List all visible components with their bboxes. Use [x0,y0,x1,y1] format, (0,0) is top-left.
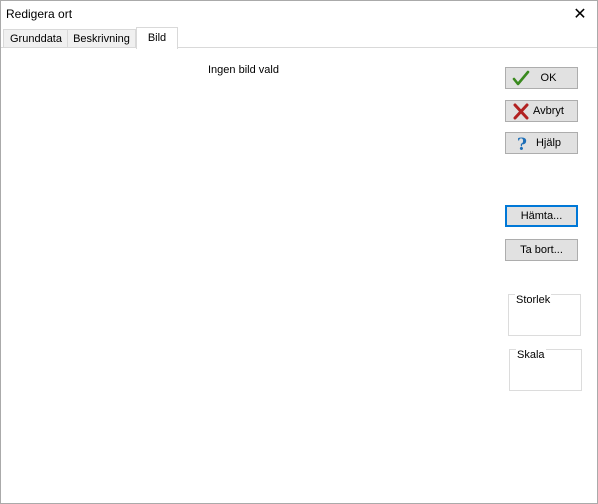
checkmark-icon [512,70,530,86]
cancel-button[interactable]: Avbryt [505,100,578,122]
tab-beskrivning[interactable]: Beskrivning [67,29,136,48]
remove-image-button-label: Ta bort... [520,244,563,256]
ok-button-label: OK [540,72,557,84]
scale-group-label: Skala [516,349,546,361]
scale-group: Skala [509,349,582,391]
tab-grunddata[interactable]: Grunddata [3,29,69,48]
remove-image-button[interactable]: Ta bort... [505,239,578,261]
fetch-image-button-label: Hämta... [520,210,563,222]
tab-bild-label: Bild [147,32,167,44]
red-x-icon [513,103,529,120]
no-image-status: Ingen bild vald [208,64,279,76]
tab-bild[interactable]: Bild [136,27,178,49]
tab-grunddata-label: Grunddata [10,33,62,45]
close-icon: ✕ [573,6,587,23]
help-button[interactable]: ? Hjälp [505,132,578,154]
tab-divider [1,47,597,48]
tab-beskrivning-label: Beskrivning [73,33,130,45]
title-bar: Redigera ort ✕ [1,1,597,27]
question-icon: ? [517,135,527,152]
help-button-label: Hjälp [535,137,562,149]
ok-button[interactable]: OK [505,67,578,89]
close-button[interactable]: ✕ [565,1,595,27]
window-title: Redigera ort [6,7,73,21]
svg-text:?: ? [517,135,527,152]
size-group: Storlek [508,294,581,336]
dialog-window: Redigera ort ✕ Grunddata Beskrivning Bil… [0,0,598,504]
cancel-button-label: Avbryt [533,105,564,117]
size-group-label: Storlek [515,294,552,306]
fetch-image-button[interactable]: Hämta... [505,205,578,227]
dialog-client-area: Grunddata Beskrivning Bild Ingen bild va… [1,27,597,503]
